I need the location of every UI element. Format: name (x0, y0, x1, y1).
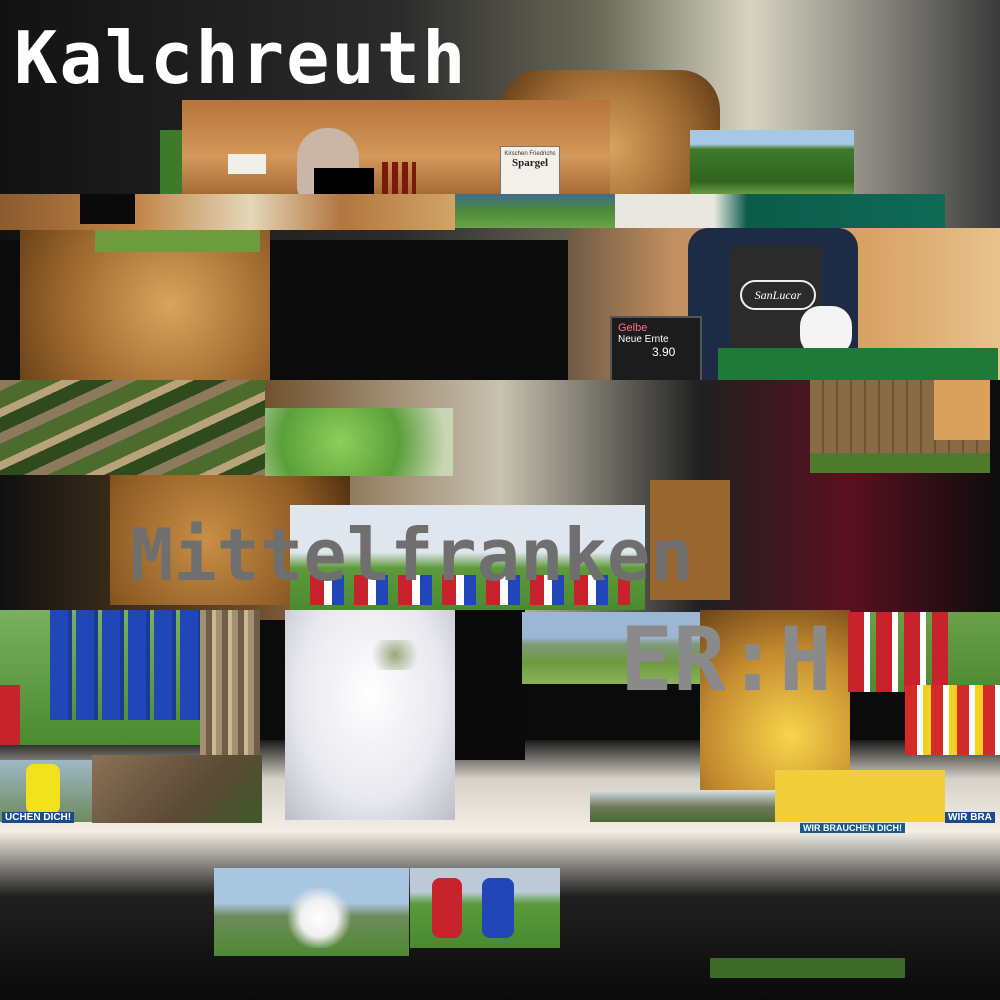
chalk-sign: Gelbe Neue Ernte 3.90 (610, 316, 702, 380)
blossom-tree-photo (214, 868, 409, 956)
red-team-photo (848, 612, 1000, 692)
grass-strip-bottom (710, 958, 905, 978)
youth-team-photo (905, 685, 1000, 755)
vendor-apron-photo: SanLucar Gelbe Neue Ernte 3.90 (568, 228, 1000, 380)
wooden-fence-photo (810, 380, 990, 473)
stand-shelf-strip (0, 194, 455, 230)
dark-gap (455, 610, 525, 760)
title-middle: Mittelfranken (130, 513, 694, 597)
village-photo (590, 792, 775, 822)
blue-team-photo (0, 610, 200, 745)
grass-strip (95, 230, 260, 252)
meadow-strip (455, 194, 615, 228)
banner-text-left: UCHEN DICH! (2, 812, 75, 823)
teal-strip (615, 194, 945, 228)
match-action-photo (410, 868, 560, 948)
spargel-sign: Kirschen Friedrichs Spargel (500, 146, 560, 195)
forest-floor-photo (92, 755, 262, 823)
yellow-strip (775, 770, 945, 822)
tree-canopy-photo (265, 408, 453, 476)
market-stand-photo: Kirschen Friedrichs Spargel (182, 100, 610, 195)
banner-text-right: WIR BRA (945, 812, 995, 823)
censor-bar (314, 168, 374, 194)
apron-logo: SanLucar (740, 280, 816, 310)
hedge-strip (160, 130, 182, 194)
banner-text-mid: WIR BRAUCHEN DICH! (800, 823, 905, 833)
wooden-railing-photo (0, 380, 265, 475)
title-top: Kalchreuth (14, 16, 468, 100)
pastry-closeup (20, 230, 270, 380)
green-crate (718, 348, 998, 380)
title-code: ER:H (620, 608, 832, 711)
plate-closeup (285, 610, 455, 820)
forest-path-photo (200, 610, 260, 755)
bottles (382, 162, 416, 195)
notice-sign (228, 154, 266, 174)
forest-photo (690, 130, 854, 194)
